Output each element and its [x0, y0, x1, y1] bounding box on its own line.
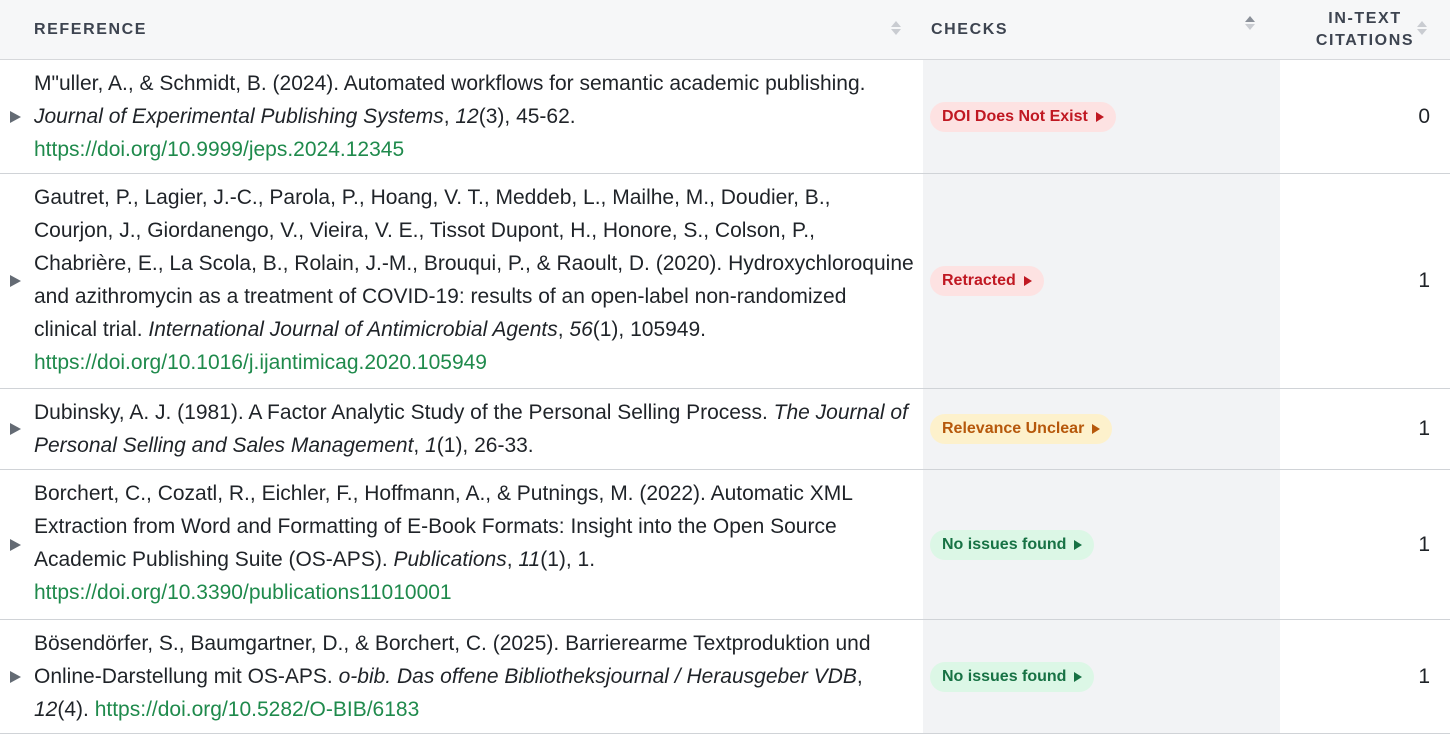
check-status-badge[interactable]: No issues found [930, 661, 1095, 692]
doi-link[interactable]: https://doi.org/10.3390/publications1101… [34, 581, 452, 604]
doi-link[interactable]: https://doi.org/10.5282/O-BIB/6183 [95, 698, 420, 721]
reference-cell: Bösendörfer, S., Baumgartner, D., & Borc… [0, 620, 923, 733]
reference-text: Gautret, P., Lagier, J.-C., Parola, P., … [34, 186, 914, 374]
reference-text: Dubinsky, A. J. (1981). A Factor Analyti… [34, 401, 908, 457]
expand-triangle-icon[interactable] [10, 275, 21, 287]
references-table: REFERENCE CHECKS IN-TEXT CITATIONS M"ull… [0, 0, 1450, 734]
sort-icon[interactable] [1417, 21, 1427, 35]
table-row: Gautret, P., Lagier, J.-C., Parola, P., … [0, 174, 1450, 389]
table-body: M"uller, A., & Schmidt, B. (2024). Autom… [0, 60, 1450, 734]
checks-cell: No issues found [923, 620, 1280, 733]
expand-triangle-icon[interactable] [10, 423, 21, 435]
reference-cell: Gautret, P., Lagier, J.-C., Parola, P., … [0, 174, 923, 388]
reference-cell: Dubinsky, A. J. (1981). A Factor Analyti… [0, 389, 923, 469]
check-status-badge[interactable]: Relevance Unclear [930, 414, 1113, 444]
checks-cell: Relevance Unclear [923, 389, 1280, 469]
column-header-checks[interactable]: CHECKS [923, 0, 1280, 59]
column-header-citations[interactable]: IN-TEXT CITATIONS [1280, 0, 1450, 59]
check-status-label: Retracted [942, 272, 1016, 289]
check-status-label: No issues found [942, 667, 1067, 685]
column-header-checks-label: CHECKS [931, 20, 1009, 38]
check-status-badge[interactable]: Retracted [930, 266, 1044, 296]
check-status-badge[interactable]: No issues found [930, 529, 1095, 560]
check-status-label: Relevance Unclear [942, 420, 1085, 437]
column-header-reference[interactable]: REFERENCE [0, 0, 923, 59]
reference-cell: Borchert, C., Cozatl, R., Eichler, F., H… [0, 470, 923, 619]
checks-cell: No issues found [923, 470, 1280, 619]
reference-text: Bösendörfer, S., Baumgartner, D., & Borc… [34, 632, 871, 721]
expand-triangle-icon[interactable] [10, 670, 21, 683]
reference-text: M"uller, A., & Schmidt, B. (2024). Autom… [34, 72, 866, 161]
table-row: Borchert, C., Cozatl, R., Eichler, F., H… [0, 470, 1450, 620]
play-arrow-icon [1074, 539, 1083, 550]
play-arrow-icon [1092, 424, 1101, 434]
checks-cell: Retracted [923, 174, 1280, 388]
citations-cell: 0 [1280, 60, 1450, 173]
citation-count: 1 [1418, 532, 1430, 556]
citations-cell: 1 [1280, 174, 1450, 388]
table-row: Dubinsky, A. J. (1981). A Factor Analyti… [0, 389, 1450, 470]
citation-count: 0 [1418, 104, 1430, 128]
check-status-badge[interactable]: DOI Does Not Exist [930, 101, 1116, 132]
table-header: REFERENCE CHECKS IN-TEXT CITATIONS [0, 0, 1450, 60]
sort-icon[interactable] [891, 21, 901, 35]
reference-text: Borchert, C., Cozatl, R., Eichler, F., H… [34, 482, 853, 604]
sort-ascending-icon[interactable] [1245, 16, 1255, 30]
citation-count: 1 [1418, 269, 1430, 292]
play-arrow-icon [1095, 111, 1104, 122]
check-status-label: No issues found [942, 535, 1067, 553]
play-arrow-icon [1023, 276, 1032, 286]
reference-cell: M"uller, A., & Schmidt, B. (2024). Autom… [0, 60, 923, 173]
expand-triangle-icon[interactable] [10, 538, 21, 551]
table-row: M"uller, A., & Schmidt, B. (2024). Autom… [0, 60, 1450, 174]
citations-cell: 1 [1280, 470, 1450, 619]
doi-link[interactable]: https://doi.org/10.1016/j.ijantimicag.20… [34, 351, 487, 374]
column-header-reference-label: REFERENCE [34, 20, 148, 38]
citations-cell: 1 [1280, 620, 1450, 733]
check-status-label: DOI Does Not Exist [942, 107, 1088, 125]
column-header-citations-label: IN-TEXT CITATIONS [1315, 9, 1415, 49]
citations-cell: 1 [1280, 389, 1450, 469]
checks-cell: DOI Does Not Exist [923, 60, 1280, 173]
expand-triangle-icon[interactable] [10, 110, 21, 123]
citation-count: 1 [1418, 417, 1430, 440]
doi-link[interactable]: https://doi.org/10.9999/jeps.2024.12345 [34, 138, 404, 161]
table-row: Bösendörfer, S., Baumgartner, D., & Borc… [0, 620, 1450, 734]
citation-count: 1 [1418, 664, 1430, 688]
play-arrow-icon [1074, 671, 1083, 682]
